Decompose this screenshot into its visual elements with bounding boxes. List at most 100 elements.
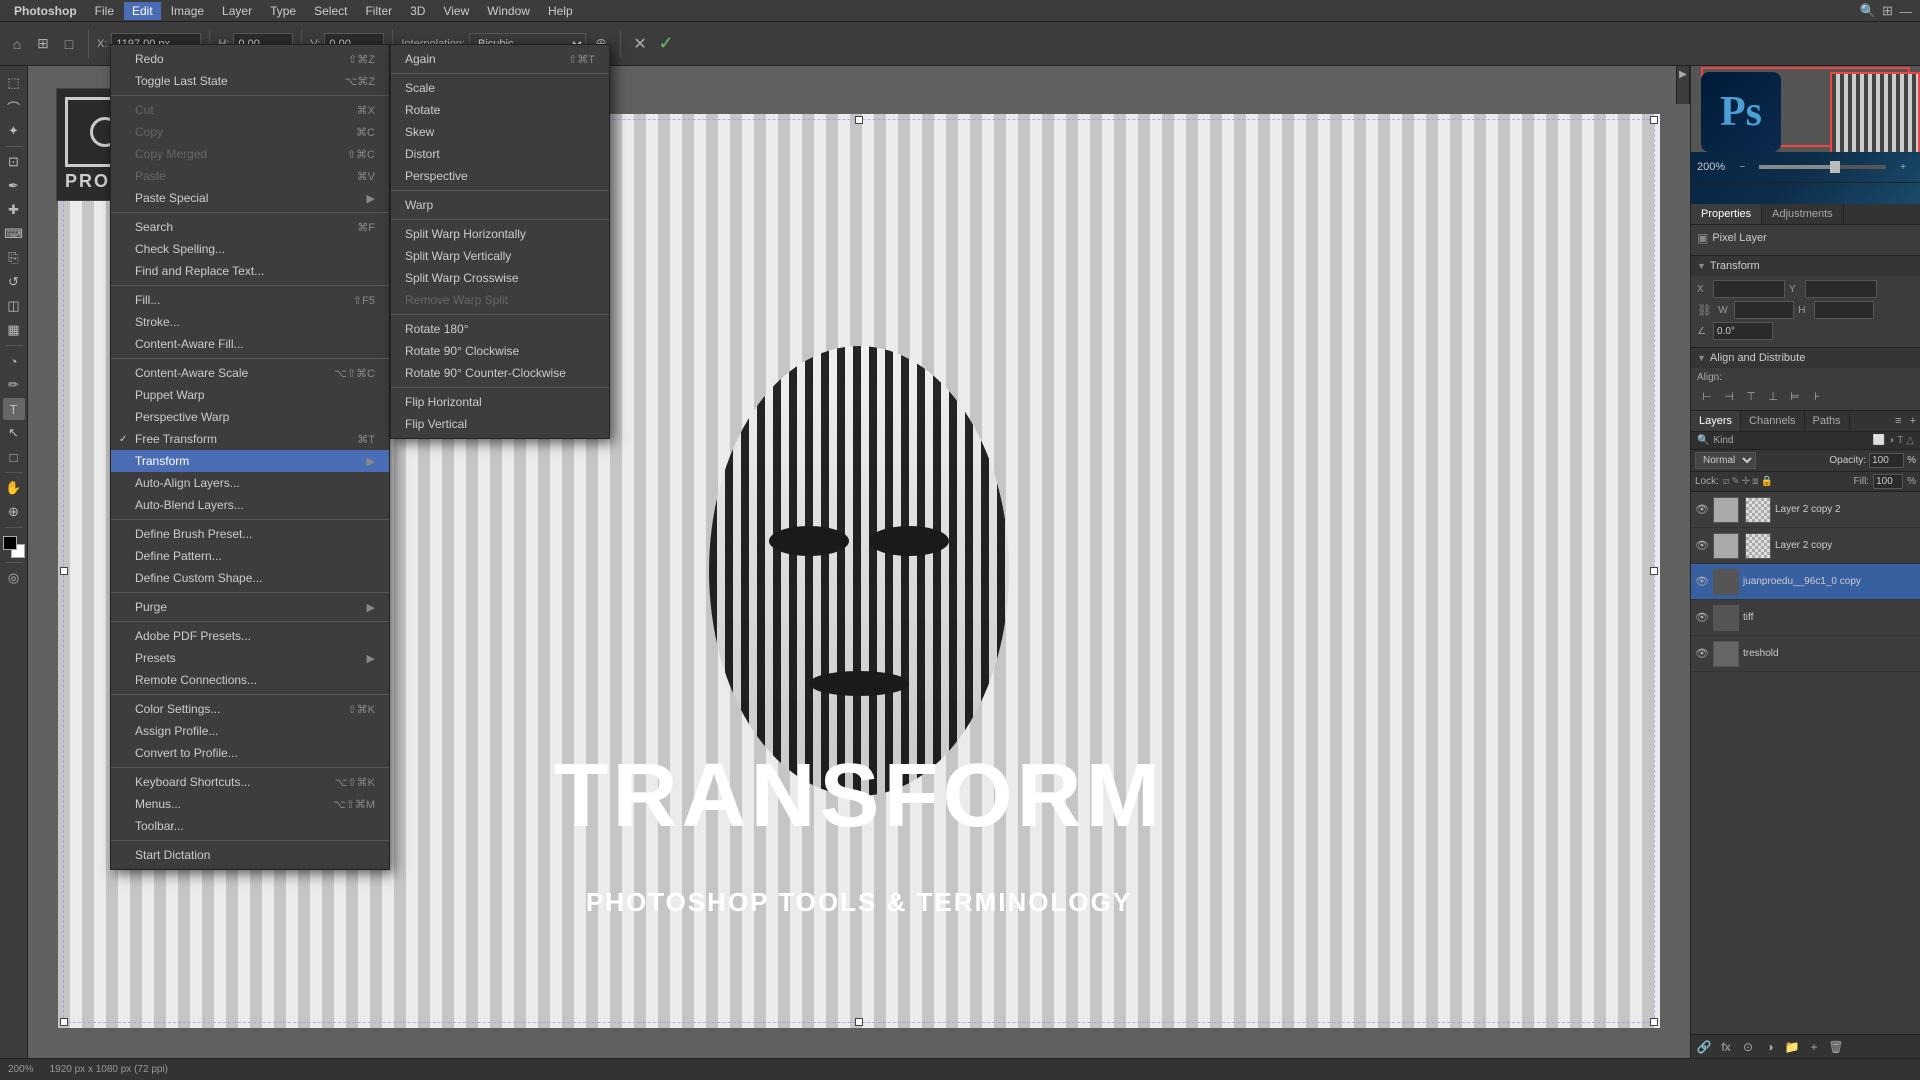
align-center-btn[interactable]: ⊣ — [1719, 386, 1739, 406]
menu-item-cut[interactable]: Cut ⌘X — [111, 99, 389, 121]
app-menu-select[interactable]: Select — [306, 2, 355, 20]
app-menu-window[interactable]: Window — [479, 2, 538, 20]
layer-eye-2[interactable]: 👁 — [1695, 575, 1709, 588]
menu-item-free-transform[interactable]: ✓ Free Transform ⌘T — [111, 428, 389, 450]
layers-add-icon[interactable]: + — [1906, 411, 1920, 431]
zoom-minus-icon[interactable]: − — [1731, 156, 1753, 178]
lock-all-icon[interactable]: 🔒 — [1760, 476, 1772, 487]
dodge-tool[interactable]: ◔ — [3, 350, 25, 372]
layer-folder-icon[interactable]: 📁 — [1783, 1038, 1801, 1056]
quick-mask-tool[interactable]: ◎ — [3, 567, 25, 589]
layer-eye-4[interactable]: 👁 — [1695, 647, 1709, 660]
brush-tool[interactable]: ⌨ — [3, 223, 25, 245]
layer-row-0[interactable]: 👁 Layer 2 copy 2 — [1691, 492, 1920, 528]
selection-tool[interactable]: ⬚ — [3, 72, 25, 94]
lasso-tool[interactable]: ⌒ — [3, 96, 25, 118]
menu-item-paste[interactable]: Paste ⌘V — [111, 165, 389, 187]
menu-item-toggle-state[interactable]: Toggle Last State ⌥⌘Z — [111, 70, 389, 92]
menu-item-transform[interactable]: Transform ▶ — [111, 450, 389, 472]
eraser-tool[interactable]: ◫ — [3, 295, 25, 317]
menu-item-define-shape[interactable]: Define Custom Shape... — [111, 567, 389, 589]
layer-link-icon[interactable]: 🔗 — [1695, 1038, 1713, 1056]
layer-comp-icon[interactable]: □ — [58, 33, 80, 55]
home-icon[interactable]: ⌂ — [6, 33, 28, 55]
menu-item-dictation[interactable]: Start Dictation — [111, 844, 389, 866]
submenu-rotate-180[interactable]: Rotate 180° — [391, 318, 609, 340]
submenu-warp[interactable]: Warp — [391, 194, 609, 216]
lock-pos-icon[interactable]: ✛ — [1742, 476, 1750, 487]
menu-item-assign-profile[interactable]: Assign Profile... — [111, 720, 389, 742]
magic-wand-tool[interactable]: ✦ — [3, 120, 25, 142]
y-prop-input[interactable] — [1805, 280, 1877, 298]
menu-item-pdf-presets[interactable]: Adobe PDF Presets... — [111, 625, 389, 647]
menu-item-toolbar[interactable]: Toolbar... — [111, 815, 389, 837]
x-prop-input[interactable] — [1713, 280, 1785, 298]
menu-item-presets[interactable]: Presets ▶ — [111, 647, 389, 669]
menu-item-color-settings[interactable]: Color Settings... ⇧⌘K — [111, 698, 389, 720]
angle-input[interactable] — [1713, 322, 1773, 340]
eyedropper-tool[interactable]: ✒ — [3, 175, 25, 197]
app-menu-edit[interactable]: Edit — [124, 2, 161, 20]
menu-item-paste-special[interactable]: Paste Special ▶ — [111, 187, 389, 209]
menu-item-content-aware-fill[interactable]: Content-Aware Fill... — [111, 333, 389, 355]
color-swatches[interactable] — [3, 536, 25, 558]
search-icon[interactable]: 🔍 — [1860, 3, 1876, 19]
spot-heal-tool[interactable]: ✚ — [3, 199, 25, 221]
filter-type-icon[interactable]: T — [1897, 435, 1903, 446]
minimize-icon[interactable]: — — [1899, 4, 1912, 19]
filter-shape-icon[interactable]: △ — [1906, 435, 1914, 446]
channels-tab[interactable]: Channels — [1741, 411, 1804, 431]
menu-item-fill[interactable]: Fill... ⇧F5 — [111, 289, 389, 311]
layer-fx-icon[interactable]: fx — [1717, 1038, 1735, 1056]
layer-row-1[interactable]: 👁 Layer 2 copy — [1691, 528, 1920, 564]
menu-item-menus[interactable]: Menus... ⌥⇧⌘M — [111, 793, 389, 815]
chevron-align[interactable]: ▼ — [1697, 353, 1706, 363]
paths-tab[interactable]: Paths — [1805, 411, 1850, 431]
hand-tool[interactable]: ✋ — [3, 477, 25, 499]
fill-input[interactable] — [1873, 474, 1903, 489]
type-tool[interactable]: T — [3, 398, 25, 420]
layer-mask-icon[interactable]: ⊙ — [1739, 1038, 1757, 1056]
zoom-plus-icon[interactable]: + — [1892, 156, 1914, 178]
h-prop-input[interactable] — [1814, 301, 1874, 319]
menu-item-auto-blend[interactable]: Auto-Blend Layers... — [111, 494, 389, 516]
pen-tool[interactable]: ✏ — [3, 374, 25, 396]
foreground-color-swatch[interactable] — [3, 536, 17, 550]
submenu-distort[interactable]: Distort — [391, 143, 609, 165]
app-menu-help[interactable]: Help — [540, 2, 581, 20]
grid-icon[interactable]: ⊞ — [32, 33, 54, 55]
app-menu-3d[interactable]: 3D — [402, 2, 433, 20]
path-select-tool[interactable]: ↖ — [3, 422, 25, 444]
zoom-tool[interactable]: ⊕ — [3, 501, 25, 523]
layer-eye-1[interactable]: 👁 — [1695, 539, 1709, 552]
menu-item-puppet-warp[interactable]: Puppet Warp — [111, 384, 389, 406]
app-menu-filter[interactable]: Filter — [357, 2, 400, 20]
app-menu-layer[interactable]: Layer — [214, 2, 260, 20]
layers-menu-icon[interactable]: ≡ — [1891, 411, 1905, 431]
cancel-transform-button[interactable]: ✕ — [629, 33, 651, 55]
layer-eye-0[interactable]: 👁 — [1695, 503, 1709, 516]
submenu-split-warp-cross[interactable]: Split Warp Crosswise — [391, 267, 609, 289]
submenu-flip-h[interactable]: Flip Horizontal — [391, 391, 609, 413]
app-menu-type[interactable]: Type — [262, 2, 304, 20]
menu-item-copy-merged[interactable]: Copy Merged ⇧⌘C — [111, 143, 389, 165]
menu-item-check-spelling[interactable]: Check Spelling... — [111, 238, 389, 260]
shape-tool[interactable]: □ — [3, 446, 25, 468]
menu-item-purge[interactable]: Purge ▶ — [111, 596, 389, 618]
submenu-flip-v[interactable]: Flip Vertical — [391, 413, 609, 435]
layers-tab[interactable]: Layers — [1691, 411, 1741, 431]
submenu-rotate-90cw[interactable]: Rotate 90° Clockwise — [391, 340, 609, 362]
lock-transparent-icon[interactable]: ⧄ — [1723, 476, 1729, 487]
layer-eye-3[interactable]: 👁 — [1695, 611, 1709, 624]
adjustments-tab[interactable]: Adjustments — [1762, 204, 1844, 224]
submenu-perspective[interactable]: Perspective — [391, 165, 609, 187]
filter-pixel-icon[interactable]: ⬜ — [1873, 435, 1885, 446]
menu-item-perspective-warp[interactable]: Perspective Warp — [111, 406, 389, 428]
submenu-again[interactable]: Again ⇧⌘T — [391, 48, 609, 70]
filter-adj-icon[interactable]: ◑ — [1888, 435, 1894, 446]
properties-tab[interactable]: Properties — [1691, 204, 1762, 224]
confirm-transform-button[interactable]: ✓ — [655, 33, 677, 55]
crop-tool[interactable]: ⊡ — [3, 151, 25, 173]
layer-row-4[interactable]: 👁 treshold — [1691, 636, 1920, 672]
menu-item-remote[interactable]: Remote Connections... — [111, 669, 389, 691]
